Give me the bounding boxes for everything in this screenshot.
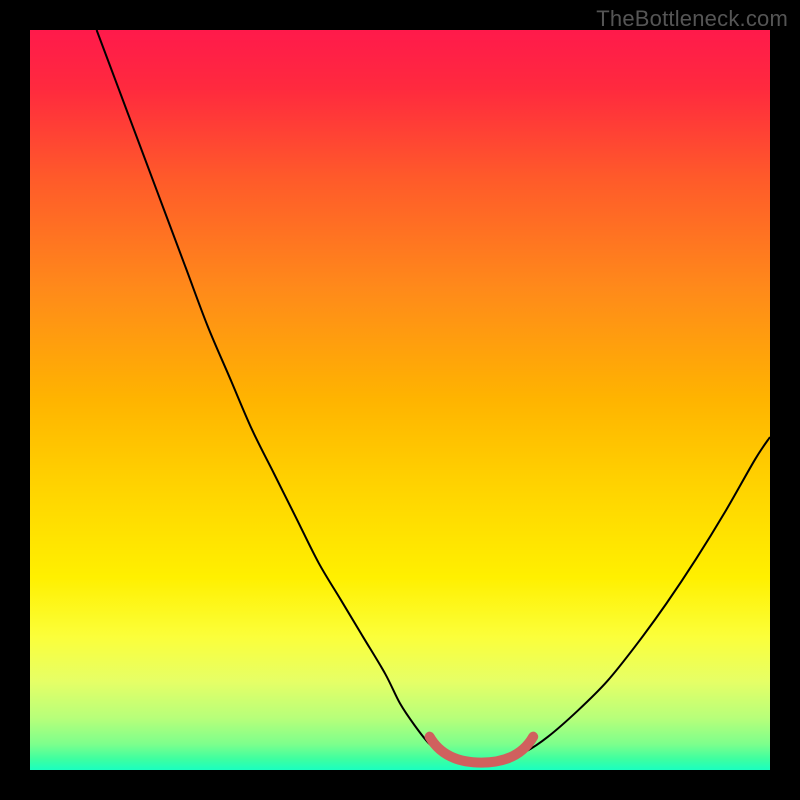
plot-area: [30, 30, 770, 770]
plot-svg: [30, 30, 770, 770]
gradient-background: [30, 30, 770, 770]
chart-frame: TheBottleneck.com: [0, 0, 800, 800]
watermark-text: TheBottleneck.com: [596, 6, 788, 32]
